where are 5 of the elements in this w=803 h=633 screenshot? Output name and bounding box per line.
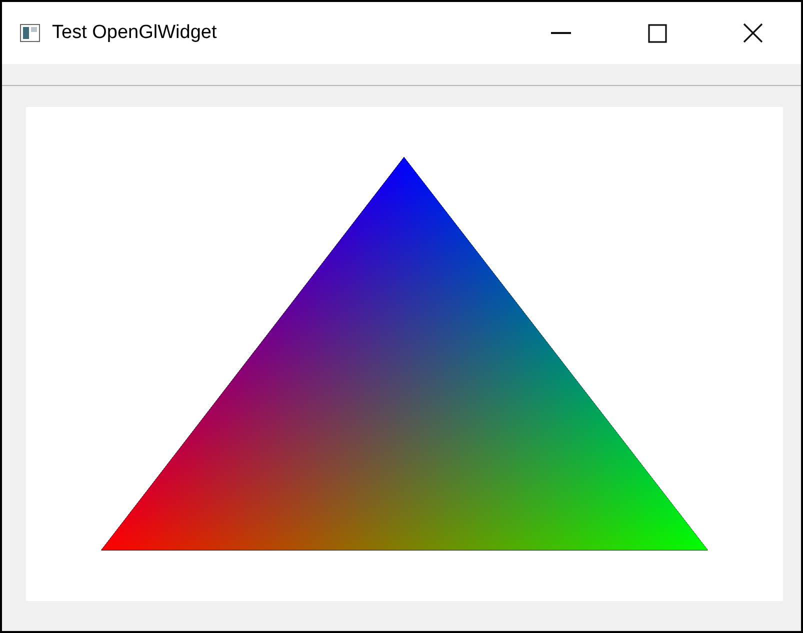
maximize-icon — [648, 24, 666, 42]
window-title: Test OpenGlWidget — [52, 22, 218, 44]
app-icon — [20, 24, 40, 42]
close-icon — [743, 23, 763, 43]
minimize-icon — [551, 32, 571, 34]
